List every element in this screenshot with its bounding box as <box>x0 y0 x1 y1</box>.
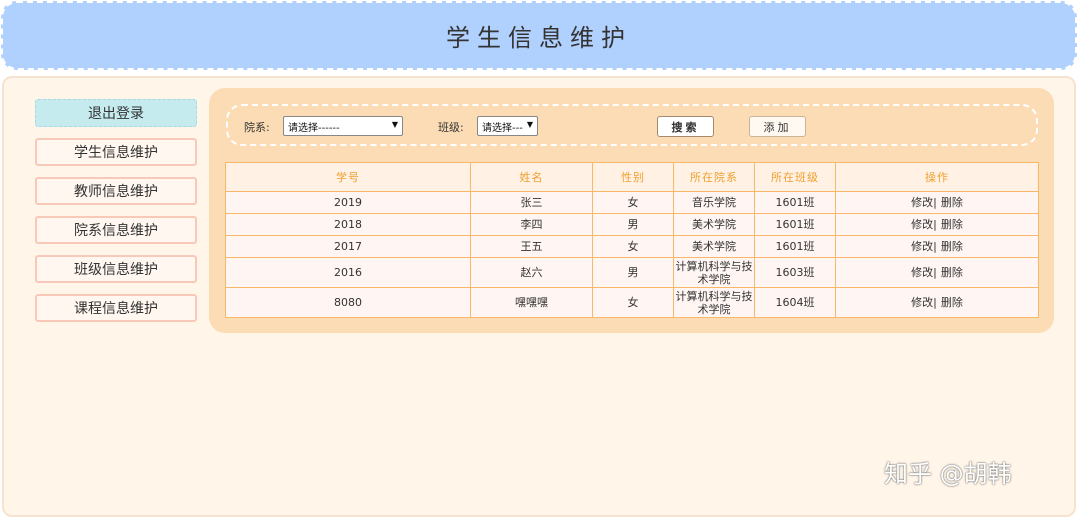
dept-select[interactable]: 请选择------ ▼ <box>283 116 403 136</box>
class-select[interactable]: 请选择--- ▼ <box>477 116 538 136</box>
table-row: 8080 嘿嘿嘿 女 计算机科学与技术学院 1604班 修改| 删除 <box>225 287 1039 318</box>
cell-class: 1604班 <box>754 287 836 318</box>
dept-label: 院系: <box>244 121 270 134</box>
dept-select-value: 请选择------ <box>288 122 340 134</box>
delete-link[interactable]: 删除 <box>939 196 965 209</box>
cell-gender: 女 <box>592 191 674 214</box>
sidebar-item-teacher[interactable]: 教师信息维护 <box>35 177 197 205</box>
cell-gender: 女 <box>592 235 674 258</box>
delete-link[interactable]: 删除 <box>939 296 965 309</box>
edit-link[interactable]: 修改| <box>909 296 939 309</box>
edit-link[interactable]: 修改| <box>909 266 939 279</box>
cell-name: 嘿嘿嘿 <box>470 287 593 318</box>
cell-actions: 修改| 删除 <box>835 257 1039 288</box>
add-button[interactable]: 添加 <box>749 116 806 137</box>
column-header-dept: 所在院系 <box>673 162 755 192</box>
cell-actions: 修改| 删除 <box>835 235 1039 258</box>
cell-gender: 男 <box>592 213 674 236</box>
cell-dept: 音乐学院 <box>673 191 755 214</box>
watermark: 知乎 @胡韩 <box>884 460 1012 488</box>
cell-gender: 女 <box>592 287 674 318</box>
chevron-down-icon: ▼ <box>526 120 533 129</box>
sidebar-item-course[interactable]: 课程信息维护 <box>35 294 197 322</box>
page-header: 学生信息维护 <box>1 1 1077 70</box>
cell-dept: 美术学院 <box>673 213 755 236</box>
cell-dept: 计算机科学与技术学院 <box>673 287 755 318</box>
table-row: 2016 赵六 男 计算机科学与技术学院 1603班 修改| 删除 <box>225 257 1039 288</box>
cell-class: 1603班 <box>754 257 836 288</box>
table-header-row: 学号 姓名 性别 所在院系 所在班级 操作 <box>225 162 1039 192</box>
delete-link[interactable]: 删除 <box>939 240 965 253</box>
sidebar-item-department[interactable]: 院系信息维护 <box>35 216 197 244</box>
cell-actions: 修改| 删除 <box>835 287 1039 318</box>
table-row: 2018 李四 男 美术学院 1601班 修改| 删除 <box>225 213 1039 236</box>
delete-link[interactable]: 删除 <box>939 218 965 231</box>
logout-button[interactable]: 退出登录 <box>35 99 197 127</box>
class-label: 班级: <box>438 121 464 134</box>
cell-id: 8080 <box>225 287 471 318</box>
cell-dept: 美术学院 <box>673 235 755 258</box>
sidebar-item-student[interactable]: 学生信息维护 <box>35 138 197 166</box>
edit-link[interactable]: 修改| <box>909 240 939 253</box>
chevron-down-icon: ▼ <box>391 120 398 129</box>
cell-name: 李四 <box>470 213 593 236</box>
sidebar-item-class[interactable]: 班级信息维护 <box>35 255 197 283</box>
cell-class: 1601班 <box>754 191 836 214</box>
cell-gender: 男 <box>592 257 674 288</box>
cell-actions: 修改| 删除 <box>835 191 1039 214</box>
class-select-value: 请选择--- <box>482 122 523 134</box>
table-row: 2017 王五 女 美术学院 1601班 修改| 删除 <box>225 235 1039 258</box>
cell-id: 2016 <box>225 257 471 288</box>
search-button[interactable]: 搜索 <box>657 116 714 137</box>
cell-class: 1601班 <box>754 213 836 236</box>
edit-link[interactable]: 修改| <box>909 218 939 231</box>
column-header-name: 姓名 <box>470 162 593 192</box>
column-header-class: 所在班级 <box>754 162 836 192</box>
cell-name: 张三 <box>470 191 593 214</box>
table-row: 2019 张三 女 音乐学院 1601班 修改| 删除 <box>225 191 1039 214</box>
cell-id: 2019 <box>225 191 471 214</box>
delete-link[interactable]: 删除 <box>939 266 965 279</box>
column-header-gender: 性别 <box>592 162 674 192</box>
column-header-id: 学号 <box>225 162 471 192</box>
column-header-actions: 操作 <box>835 162 1039 192</box>
student-table: 学号 姓名 性别 所在院系 所在班级 操作 2019 张三 女 音乐学院 160… <box>225 162 1039 318</box>
page-title: 学生信息维护 <box>446 24 632 52</box>
edit-link[interactable]: 修改| <box>909 196 939 209</box>
cell-class: 1601班 <box>754 235 836 258</box>
cell-name: 赵六 <box>470 257 593 288</box>
cell-id: 2017 <box>225 235 471 258</box>
cell-name: 王五 <box>470 235 593 258</box>
cell-actions: 修改| 删除 <box>835 213 1039 236</box>
filter-toolbar: 院系: 请选择------ ▼ 班级: 请选择--- ▼ 搜索 添加 <box>226 104 1038 146</box>
content-panel: 院系: 请选择------ ▼ 班级: 请选择--- ▼ 搜索 添加 学号 姓名… <box>209 88 1054 333</box>
cell-id: 2018 <box>225 213 471 236</box>
cell-dept: 计算机科学与技术学院 <box>673 257 755 288</box>
